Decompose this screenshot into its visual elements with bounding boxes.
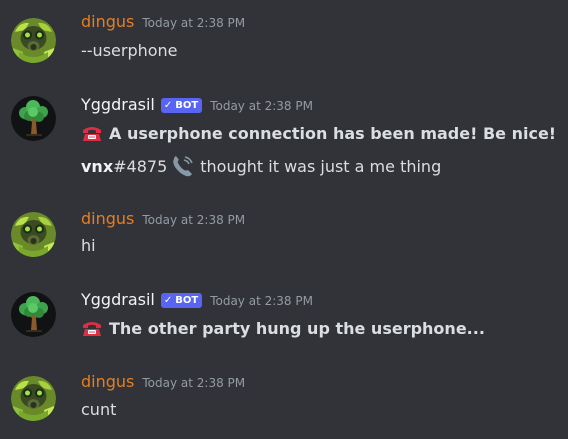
user-avatar[interactable] bbox=[11, 376, 56, 421]
message-header: Yggdrasil ✓ BOT Today at 2:38 PM bbox=[81, 94, 313, 116]
bot-avatar[interactable] bbox=[11, 292, 56, 337]
message-text: --userphone bbox=[81, 41, 178, 60]
verified-check-icon: ✓ bbox=[163, 100, 173, 111]
author-name[interactable]: Yggdrasil bbox=[81, 289, 155, 311]
message-header: dingus Today at 2:38 PM bbox=[81, 11, 245, 33]
verified-check-icon: ✓ bbox=[163, 295, 173, 306]
message-content: vnx#4875 thought it was just a me thing bbox=[81, 155, 441, 178]
author-name[interactable]: Yggdrasil bbox=[81, 94, 155, 116]
gasmask-avatar-icon bbox=[11, 376, 56, 421]
message-timestamp: Today at 2:38 PM bbox=[210, 99, 313, 113]
relayed-username: vnx bbox=[81, 157, 114, 176]
bot-tag: ✓ BOT bbox=[160, 293, 203, 308]
author-name[interactable]: dingus bbox=[81, 371, 134, 393]
gasmask-avatar-icon bbox=[11, 212, 56, 257]
message-text: The other party hung up the userphone... bbox=[109, 319, 485, 338]
message-timestamp: Today at 2:38 PM bbox=[142, 213, 246, 227]
bot-tag-label: BOT bbox=[175, 100, 199, 111]
message-text: thought it was just a me thing bbox=[200, 157, 442, 176]
message-timestamp: Today at 2:38 PM bbox=[142, 16, 246, 30]
author-name[interactable]: dingus bbox=[81, 11, 134, 33]
message-header: Yggdrasil ✓ BOT Today at 2:38 PM bbox=[81, 289, 313, 311]
message-header: dingus Today at 2:38 PM bbox=[81, 371, 245, 393]
telephone-icon bbox=[83, 322, 101, 336]
bot-tag: ✓ BOT bbox=[160, 98, 203, 113]
message-text: hi bbox=[81, 236, 96, 255]
bot-avatar[interactable] bbox=[11, 96, 56, 141]
message-content: cunt bbox=[81, 399, 116, 421]
message-content: The other party hung up the userphone... bbox=[81, 318, 485, 340]
message-content: --userphone bbox=[81, 40, 178, 62]
bot-tag-label: BOT bbox=[175, 295, 199, 306]
author-name[interactable]: dingus bbox=[81, 208, 134, 230]
message-text: cunt bbox=[81, 400, 117, 419]
telephone-icon bbox=[83, 127, 101, 141]
telephone-receiver-icon bbox=[172, 155, 194, 177]
message-timestamp: Today at 2:38 PM bbox=[210, 294, 313, 308]
message-content: hi bbox=[81, 235, 96, 257]
gasmask-avatar-icon bbox=[11, 18, 56, 63]
tree-avatar-icon bbox=[11, 96, 56, 141]
user-avatar[interactable] bbox=[11, 212, 56, 257]
message-header: dingus Today at 2:38 PM bbox=[81, 208, 245, 230]
message-content: A userphone connection has been made! Be… bbox=[81, 123, 556, 145]
message-timestamp: Today at 2:38 PM bbox=[142, 376, 246, 390]
tree-avatar-icon bbox=[11, 292, 56, 337]
relayed-discriminator: #4875 bbox=[113, 157, 168, 176]
message-text: A userphone connection has been made! Be… bbox=[109, 124, 557, 143]
user-avatar[interactable] bbox=[11, 18, 56, 63]
